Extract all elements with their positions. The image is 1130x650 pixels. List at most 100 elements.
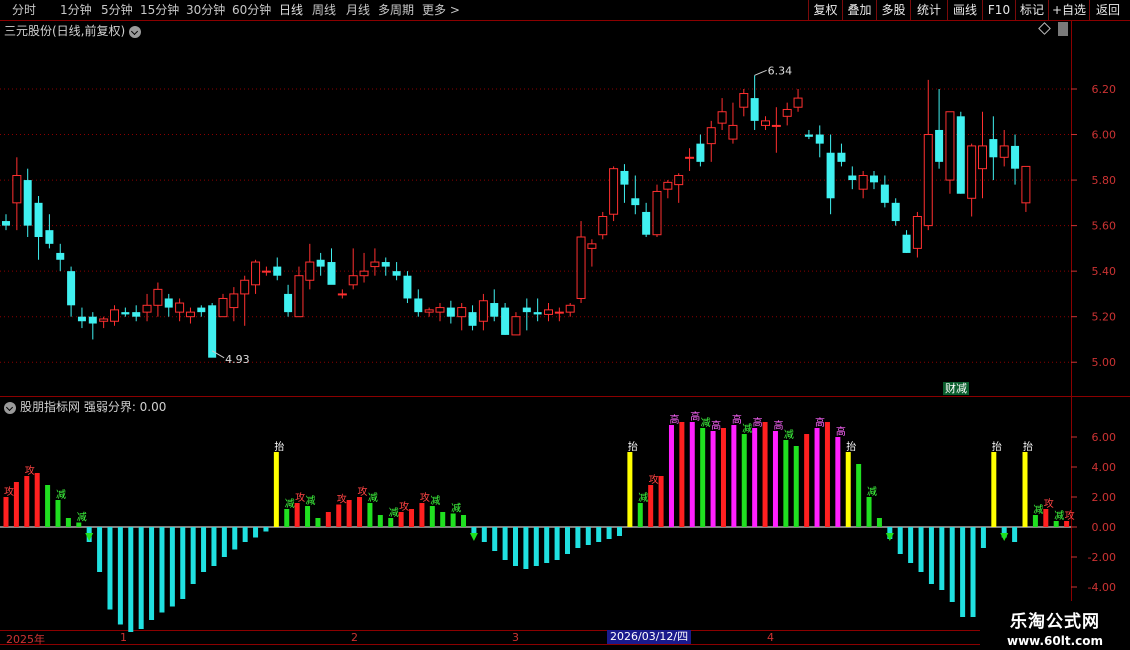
candle-body [782, 108, 792, 117]
indicator-signal-label: 攻 [1065, 509, 1075, 522]
indicator-title: 股朋指标网 强弱分界: 0.00 [20, 400, 167, 414]
diamond-icon[interactable] [1038, 22, 1051, 35]
tab-period-10[interactable]: 更多 > [422, 2, 460, 18]
chevron-down-icon[interactable] [4, 401, 16, 414]
tab-period-1[interactable]: 1分钟 [60, 2, 92, 18]
indicator-signal-label: 攻 [4, 485, 14, 498]
f10-button[interactable]: F10 [982, 0, 1015, 20]
multi-stock-button[interactable]: 多股 [876, 0, 910, 20]
tab-period-0[interactable]: 分时 [12, 2, 36, 18]
indicator-bar [242, 527, 248, 542]
indicator-bar [772, 431, 778, 527]
chevron-down-icon[interactable] [129, 25, 142, 38]
candle-body [923, 134, 933, 227]
indicator-bar [263, 527, 269, 532]
watermark-url: www.60lt.com [1006, 634, 1104, 648]
candle-body [261, 270, 271, 273]
candle-body [218, 297, 228, 318]
indicator-bar [1022, 452, 1028, 527]
indicator-bar [336, 504, 342, 527]
indicator-signal-label: 高 [732, 413, 742, 426]
tab-period-2[interactable]: 5分钟 [101, 2, 133, 18]
indicator-signal-label: 攻 [399, 500, 409, 513]
candle-body [305, 261, 315, 281]
candle-body [912, 216, 922, 249]
indicator-bar [1043, 509, 1049, 527]
candle-body [696, 143, 705, 162]
candle-body [359, 270, 369, 277]
indicator-bar [149, 527, 155, 620]
indicator-bar [253, 527, 259, 538]
candle-body [457, 307, 467, 318]
ind-tick-label: 4.00 [1092, 461, 1117, 474]
indicator-signal-label: 减 [701, 417, 711, 429]
add-watchlist-button[interactable]: +自选 [1048, 0, 1089, 20]
indicator-bar [65, 518, 71, 527]
tab-period-7[interactable]: 周线 [312, 2, 336, 18]
indicator-bar [980, 527, 986, 548]
indicator-bar [346, 500, 352, 527]
indicator-bar [575, 527, 581, 548]
fuquan-button[interactable]: 复权 [808, 0, 842, 20]
indicator-bar [419, 503, 425, 527]
scroll-handle[interactable] [1058, 22, 1068, 36]
candle-body [750, 98, 759, 121]
mark-button[interactable]: 标记 [1015, 0, 1048, 20]
indicator-signal-label: 高 [815, 416, 825, 429]
candle-body [424, 309, 434, 313]
candle-body [511, 316, 521, 336]
candle-body [870, 175, 878, 183]
down-arrow-icon [85, 533, 94, 541]
indicator-bar [876, 518, 882, 527]
draw-line-button[interactable]: 画线 [947, 0, 982, 20]
finance-tag[interactable]: 财减 [943, 382, 969, 395]
candle-body [403, 275, 412, 299]
indicator-bar [86, 527, 92, 542]
indicator-bar [648, 485, 654, 527]
indicator-signal-label: 减 [867, 486, 877, 498]
tab-period-9[interactable]: 多周期 [378, 2, 414, 18]
candle-body [110, 309, 119, 322]
candle-body [1021, 165, 1031, 204]
indicator-bar [866, 497, 872, 527]
indicator-bar [513, 527, 519, 566]
tab-period-8[interactable]: 月线 [346, 2, 370, 18]
indicator-bar [34, 473, 40, 527]
candle-body [771, 124, 781, 127]
high-pointer [754, 69, 767, 76]
indicator-bar [169, 527, 175, 607]
indicator-bar [24, 476, 30, 527]
indicator-bar [325, 512, 331, 527]
indicator-signal-label: 减 [389, 507, 399, 519]
indicator-bar [710, 431, 716, 527]
indicator-bar [55, 500, 61, 527]
indicator-signal-label: 攻 [295, 491, 305, 504]
indicator-bar [1012, 527, 1018, 542]
tab-period-6[interactable]: 日线 [279, 2, 303, 18]
indicator-signal-label: 减 [784, 429, 794, 441]
indicator-signal-label: 高 [711, 419, 721, 432]
indicator-bar [190, 527, 196, 584]
back-button[interactable]: 返回 [1089, 0, 1126, 20]
candle-body [945, 111, 955, 181]
candle-body [337, 293, 347, 296]
overlay-button[interactable]: 叠加 [842, 0, 876, 20]
candle-body [565, 304, 575, 313]
stats-button[interactable]: 统计 [910, 0, 947, 20]
candle-body [652, 190, 662, 236]
indicator-bar [856, 464, 862, 527]
tab-period-3[interactable]: 15分钟 [140, 2, 179, 18]
kline-chart: 6.20 6.00 5.80 5.60 5.40 5.20 5.00 6.34 4.93 6.00… [0, 20, 1130, 650]
indicator-signal-label: 减 [285, 498, 295, 510]
candle-body [858, 175, 868, 190]
candle-body [153, 288, 163, 306]
tab-period-4[interactable]: 30分钟 [186, 2, 225, 18]
tab-period-5[interactable]: 60分钟 [232, 2, 271, 18]
candle-body [598, 216, 608, 236]
candle-body [739, 93, 749, 108]
candle-body [468, 312, 477, 326]
indicator-bar [596, 527, 602, 542]
down-arrow-icon [469, 533, 478, 541]
candle-body [826, 152, 835, 199]
candle-body [316, 259, 325, 267]
